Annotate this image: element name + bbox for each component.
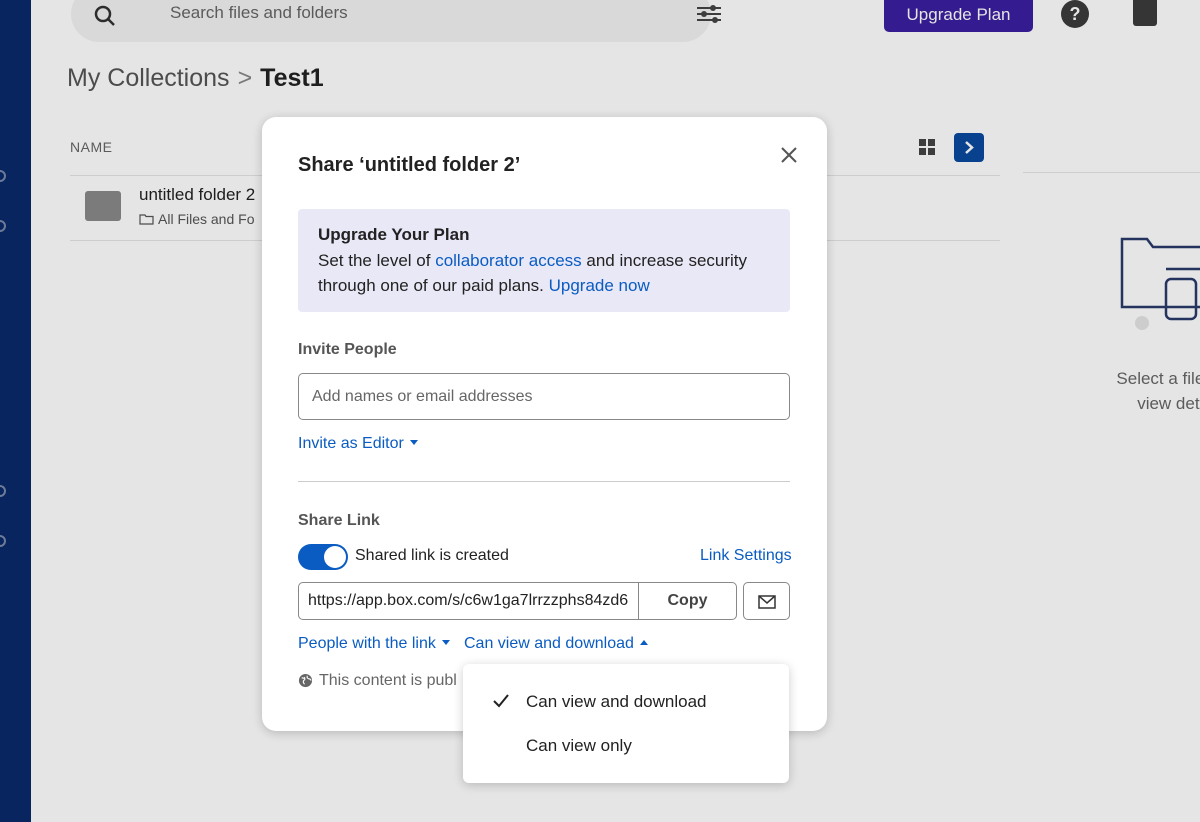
permission-label: Can view and download xyxy=(464,635,634,652)
menu-item-view-only[interactable]: Can view only xyxy=(463,724,789,768)
shared-link-status: Shared link is created xyxy=(355,547,509,564)
invite-people-label: Invite People xyxy=(298,341,397,358)
copy-button[interactable]: Copy xyxy=(638,582,737,620)
share-link-label: Share Link xyxy=(298,512,380,529)
menu-item-label: Can view only xyxy=(526,736,632,755)
caret-down-icon xyxy=(409,440,418,445)
menu-item-label: Can view and download xyxy=(526,692,707,711)
upgrade-heading: Upgrade Your Plan xyxy=(318,225,470,244)
collaborator-access-link[interactable]: collaborator access xyxy=(435,251,581,270)
toggle-knob xyxy=(324,546,346,568)
upgrade-text: Set the level of collaborator access and… xyxy=(318,248,770,298)
share-dialog: Share ‘untitled folder 2’ Upgrade Your P… xyxy=(262,117,827,731)
permission-dropdown[interactable]: Can view and download xyxy=(464,635,648,653)
section-divider xyxy=(298,481,790,482)
invite-role-label: Invite as Editor xyxy=(298,435,404,452)
permission-menu: Can view and download Can view only xyxy=(463,664,789,783)
access-level-dropdown[interactable]: People with the link xyxy=(298,635,450,653)
email-link-button[interactable] xyxy=(743,582,790,620)
invite-email-input[interactable] xyxy=(298,373,790,420)
upgrade-banner: Upgrade Your Plan Set the level of colla… xyxy=(298,209,790,312)
link-settings-link[interactable]: Link Settings xyxy=(700,547,792,565)
invite-role-dropdown[interactable]: Invite as Editor xyxy=(298,435,418,453)
mail-icon xyxy=(758,595,776,609)
caret-up-icon xyxy=(639,640,648,645)
upgrade-text-1: Set the level of xyxy=(318,251,436,270)
access-level-label: People with the link xyxy=(298,635,436,652)
globe-icon xyxy=(298,673,313,688)
shared-link-url-field[interactable] xyxy=(298,582,639,620)
caret-down-icon xyxy=(441,640,450,645)
check-icon xyxy=(493,694,509,708)
upgrade-now-link[interactable]: Upgrade now xyxy=(549,276,650,295)
close-icon[interactable] xyxy=(779,145,799,165)
dialog-title: Share ‘untitled folder 2’ xyxy=(298,154,521,176)
menu-item-view-download[interactable]: Can view and download xyxy=(463,680,789,724)
shared-link-toggle[interactable] xyxy=(298,544,348,570)
public-note-text: This content is publ xyxy=(319,672,457,689)
public-content-note: This content is publ xyxy=(298,672,464,690)
